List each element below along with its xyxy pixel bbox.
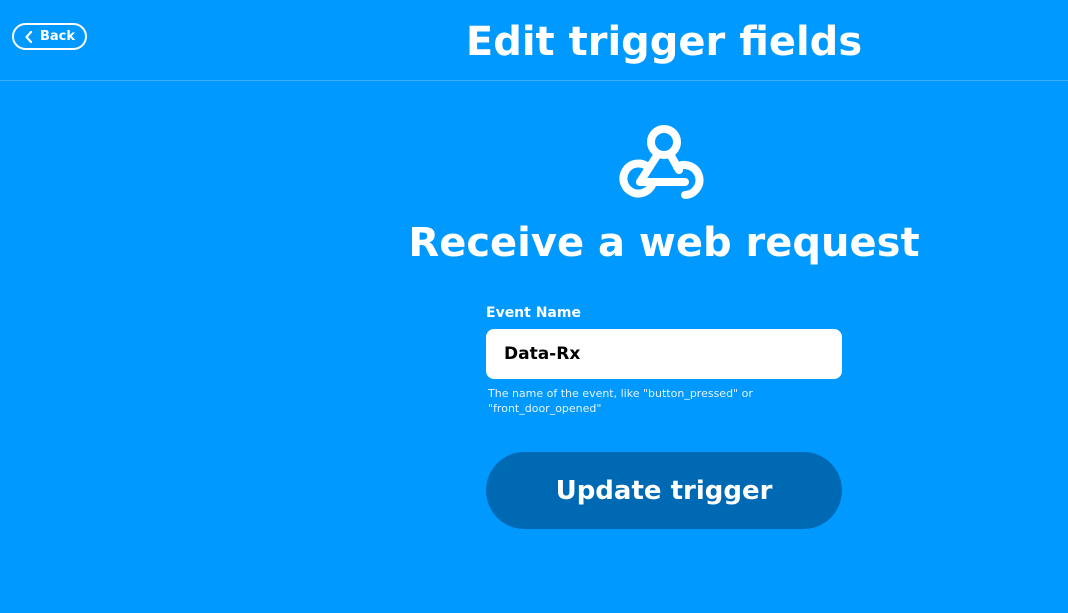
trigger-title: Receive a web request [408, 220, 920, 266]
event-name-label: Event Name [486, 305, 581, 321]
header-bar: Back Edit trigger fields [0, 0, 1068, 81]
page-title: Edit trigger fields [465, 19, 863, 65]
event-name-helper-text: The name of the event, like "button_pres… [488, 387, 753, 415]
event-name-input[interactable] [486, 329, 842, 379]
back-button[interactable]: Back [12, 23, 87, 50]
webhook-icon [619, 125, 704, 199]
back-button-label: Back [39, 29, 76, 44]
chevron-left-icon [25, 30, 33, 43]
update-trigger-button[interactable]: Update trigger [486, 452, 842, 529]
